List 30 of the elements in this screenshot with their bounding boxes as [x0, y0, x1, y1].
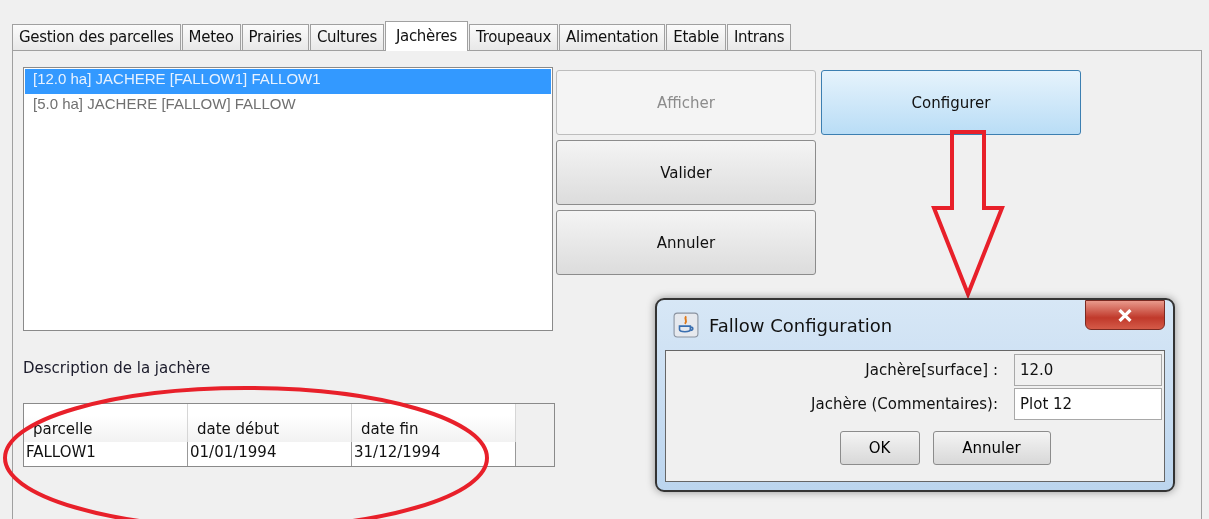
action-button[interactable]: Configurer — [821, 70, 1081, 135]
dialog-button[interactable]: Annuler — [932, 431, 1051, 465]
tab[interactable]: Meteo — [181, 24, 241, 50]
dialog-button[interactable]: OK — [839, 431, 920, 465]
field-label: Jachère (Commentaires): — [811, 395, 998, 413]
field-label: Jachère[surface] : — [865, 361, 998, 379]
tab[interactable]: Jachères — [384, 21, 468, 51]
input-field[interactable]: 12.0 — [1014, 354, 1162, 386]
tab[interactable]: Cultures — [309, 24, 384, 50]
column-header[interactable]: date fin — [352, 404, 516, 442]
tab[interactable]: Intrans — [726, 24, 792, 50]
coffee-cup-icon — [673, 312, 699, 338]
tab[interactable]: Prairies — [241, 24, 309, 50]
tab[interactable]: Etable — [666, 24, 726, 50]
close-icon — [1117, 308, 1133, 322]
input-field[interactable]: Plot 12 — [1014, 388, 1162, 420]
list-item[interactable]: [5.0 ha] JACHERE [FALLOW] FALLOW — [25, 94, 551, 119]
tab[interactable]: Gestion des parcelles — [12, 24, 181, 50]
action-button[interactable]: Annuler — [556, 210, 816, 275]
table-cell: 01/01/1994 — [188, 442, 352, 466]
tab[interactable]: Alimentation — [559, 24, 666, 50]
tab[interactable]: Troupeaux — [469, 24, 559, 50]
close-button[interactable] — [1085, 300, 1165, 330]
action-button[interactable]: Valider — [556, 140, 816, 205]
column-header[interactable]: date début — [188, 404, 352, 442]
table-cell: 31/12/1994 — [352, 442, 516, 466]
table-cell: FALLOW1 — [24, 442, 188, 466]
dialog-title: Fallow Configuration — [709, 314, 893, 336]
section-label: Description de la jachère — [23, 359, 211, 377]
column-header[interactable]: parcelle — [24, 404, 188, 442]
